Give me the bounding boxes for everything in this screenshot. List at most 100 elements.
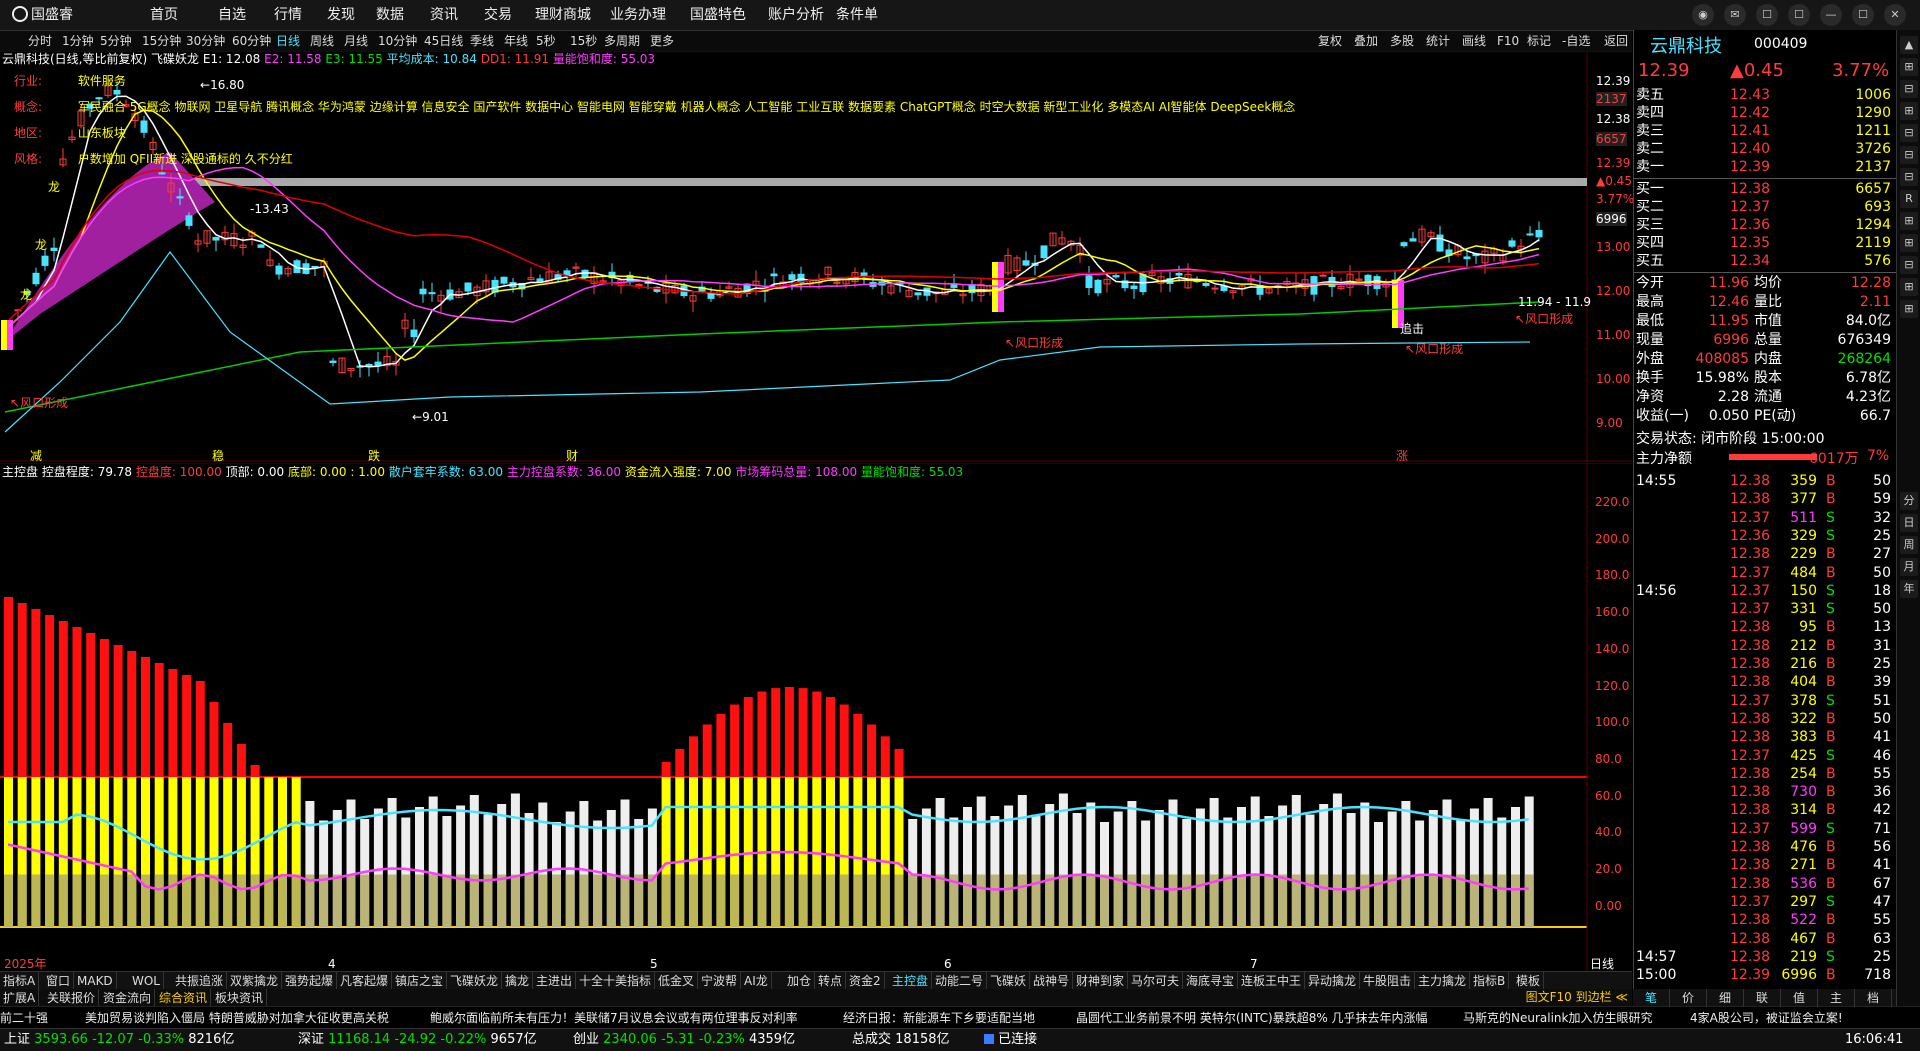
indicator-tab[interactable]: 连板王中王 (1238, 972, 1306, 990)
side-tool-icon[interactable]: 年 (1900, 580, 1918, 598)
toolbar-button[interactable]: 复权 (1318, 31, 1342, 51)
period-tab[interactable]: 5秒 (536, 31, 556, 51)
side-tool-icon[interactable]: ⊟ (1900, 256, 1918, 274)
indicator-tab[interactable]: 低金叉 (655, 972, 699, 990)
side-tool-icon[interactable]: ⊟ (1900, 168, 1918, 186)
indicator-tab[interactable]: 转点 (815, 972, 847, 990)
ask-row[interactable]: 卖五 12.43 1006 (1634, 86, 1897, 104)
window-button-icon[interactable]: ◉ (1692, 4, 1714, 26)
window-button-icon[interactable]: ✕ (1884, 4, 1906, 26)
news-item[interactable]: 经济日报：新能源车下乡要适配当地 (843, 1007, 1035, 1029)
indicator-tab[interactable]: 海底寻宝 (1183, 972, 1239, 990)
quote-tab[interactable]: 细 (1707, 989, 1744, 1007)
toolbar-button[interactable]: 画线 (1462, 31, 1486, 51)
side-tool-icon[interactable]: 日 (1900, 514, 1918, 532)
indicator-tab[interactable]: 镇店之宝 (392, 972, 448, 990)
menu-item[interactable]: 自选 (218, 0, 246, 30)
side-tool-icon[interactable]: ⊞ (1900, 58, 1918, 76)
bid-row[interactable]: 买一 12.38 6657 (1634, 180, 1897, 198)
side-tool-icon[interactable]: 月 (1900, 558, 1918, 576)
indicator-tab[interactable]: 十全十美指标 (576, 972, 656, 990)
side-tool-icon[interactable]: R (1900, 190, 1918, 208)
indicator-tab[interactable]: 双紫擒龙 (227, 972, 283, 990)
quote-tab[interactable]: 主 (1818, 989, 1855, 1007)
sh-index[interactable]: 上证 3593.66 -12.07 -0.33% 8216亿 (4, 1029, 234, 1051)
indicator-tab[interactable]: 飞碟妖 (987, 972, 1031, 990)
indicator-tab[interactable]: 加仓 (784, 972, 816, 990)
menu-item[interactable]: 业务办理 (610, 0, 666, 30)
toolbar-button[interactable]: -自选 (1562, 31, 1590, 51)
menu-item[interactable]: 发现 (327, 0, 355, 30)
menu-item[interactable]: 资讯 (430, 0, 458, 30)
indicator-tab[interactable]: 擒龙 (502, 972, 534, 990)
indicator-tab[interactable]: 凡客起爆 (337, 972, 393, 990)
indicator-tab[interactable]: MAKD (74, 972, 117, 990)
side-tool-icon[interactable]: ⊟ (1900, 80, 1918, 98)
ask-row[interactable]: 卖三 12.41 1211 (1634, 122, 1897, 140)
period-tab[interactable]: 季线 (470, 31, 494, 51)
f10-sidebar-link[interactable]: 图文F10 到边栏 ≪ (1526, 990, 1628, 1004)
bid-row[interactable]: 买五 12.34 576 (1634, 252, 1897, 270)
news-item[interactable]: 前二十强 (0, 1007, 48, 1029)
indicator-tab[interactable]: WOL (129, 972, 164, 990)
extension-tab[interactable]: 扩展A (0, 989, 40, 1007)
indicator-tab[interactable]: 主控盘 (889, 972, 933, 990)
period-tab[interactable]: 日线 (276, 31, 300, 51)
menu-item[interactable]: 交易 (484, 0, 512, 30)
extension-tab[interactable]: 关联报价 (44, 989, 100, 1007)
period-tab[interactable]: 15分钟 (142, 31, 181, 51)
menu-item[interactable]: 账户分析 (768, 0, 824, 30)
menu-item[interactable]: 行情 (274, 0, 302, 30)
period-tab[interactable]: 15秒 (570, 31, 597, 51)
sz-index[interactable]: 深证 11168.14 -24.92 -0.22% 9657亿 (298, 1029, 537, 1051)
menu-item[interactable]: 理财商城 (535, 0, 591, 30)
indicator-tab[interactable]: 异动擒龙 (1305, 972, 1361, 990)
side-tool-icon[interactable]: ⊟ (1900, 146, 1918, 164)
window-button-icon[interactable]: ☐ (1756, 4, 1778, 26)
indicator-tab[interactable]: 战神号 (1030, 972, 1074, 990)
indicator-tab[interactable]: 窗口 (43, 972, 75, 990)
extension-tab[interactable]: 资金流向 (100, 989, 156, 1007)
indicator-tab[interactable]: 动能二号 (932, 972, 988, 990)
window-button-icon[interactable]: ☐ (1788, 4, 1810, 26)
indicator-tab[interactable]: 马尔可夫 (1128, 972, 1184, 990)
quote-tab[interactable]: 笔 (1633, 989, 1670, 1007)
indicator-chart[interactable]: 主控盘 控盘程度: 79.78 控盘度: 100.00 顶部: 0.00 底部:… (0, 462, 1632, 971)
period-tab[interactable]: 5分钟 (100, 31, 132, 51)
toolbar-button[interactable]: F10 (1497, 31, 1519, 51)
side-tool-icon[interactable]: ▲ (1900, 36, 1918, 54)
menu-item[interactable]: 数据 (376, 0, 404, 30)
window-button-icon[interactable]: ☐ (1852, 4, 1874, 26)
indicator-tab[interactable]: 飞碟妖龙 (447, 972, 503, 990)
indicator-tab[interactable]: 财神到家 (1073, 972, 1129, 990)
ask-row[interactable]: 卖一 12.39 2137 (1634, 158, 1897, 176)
indicator-tab[interactable]: 模板 (1513, 972, 1545, 990)
main-kline-chart[interactable]: 云鼎科技(日线,等比前复权) 飞碟妖龙 E1: 12.08 E2: 11.58 … (0, 52, 1634, 463)
cy-index[interactable]: 创业 2340.06 -5.31 -0.23% 4359亿 (573, 1029, 795, 1051)
indicator-tab[interactable]: 指标B (1470, 972, 1510, 990)
indicator-tab[interactable]: 主力擒龙 (1415, 972, 1471, 990)
side-tool-icon[interactable]: 周 (1900, 536, 1918, 554)
indicator-tab[interactable]: 共振追涨 (172, 972, 228, 990)
side-tool-icon[interactable]: ⊞ (1900, 278, 1918, 296)
period-tab[interactable]: 多周期 (604, 31, 640, 51)
app-logo[interactable]: 国盛睿 (12, 5, 82, 25)
indicator-tab[interactable]: 强势起爆 (282, 972, 338, 990)
quote-tab[interactable]: 档 (1855, 989, 1892, 1007)
indicator-tab[interactable]: 主进出 (533, 972, 577, 990)
news-item[interactable]: 美加贸易谈判陷入僵局 特朗普威胁对加拿大征收更高关税 (85, 1007, 389, 1029)
quote-tab[interactable]: 价 (1670, 989, 1707, 1007)
side-tool-icon[interactable]: ⊞ (1900, 300, 1918, 318)
side-tool-icon[interactable]: ⊞ (1900, 212, 1918, 230)
indicator-tab[interactable]: 牛股阻击 (1360, 972, 1416, 990)
period-tab[interactable]: 周线 (310, 31, 334, 51)
menu-item[interactable]: 首页 (150, 0, 178, 30)
indicator-tab[interactable]: AI龙 (741, 972, 772, 990)
side-tool-icon[interactable]: ⊞ (1900, 102, 1918, 120)
period-tab[interactable]: 10分钟 (378, 31, 417, 51)
side-tool-icon[interactable]: 分 (1900, 492, 1918, 510)
ask-row[interactable]: 卖二 12.40 3726 (1634, 140, 1897, 158)
news-item[interactable]: 马斯克的Neuralink加入仿生眼研究 (1463, 1007, 1652, 1029)
news-item[interactable]: 晶圆代工业务前景不明 英特尔(INTC)暴跌超8% 几乎抹去年内涨幅 (1076, 1007, 1428, 1029)
toolbar-button[interactable]: 返回 (1604, 31, 1628, 51)
